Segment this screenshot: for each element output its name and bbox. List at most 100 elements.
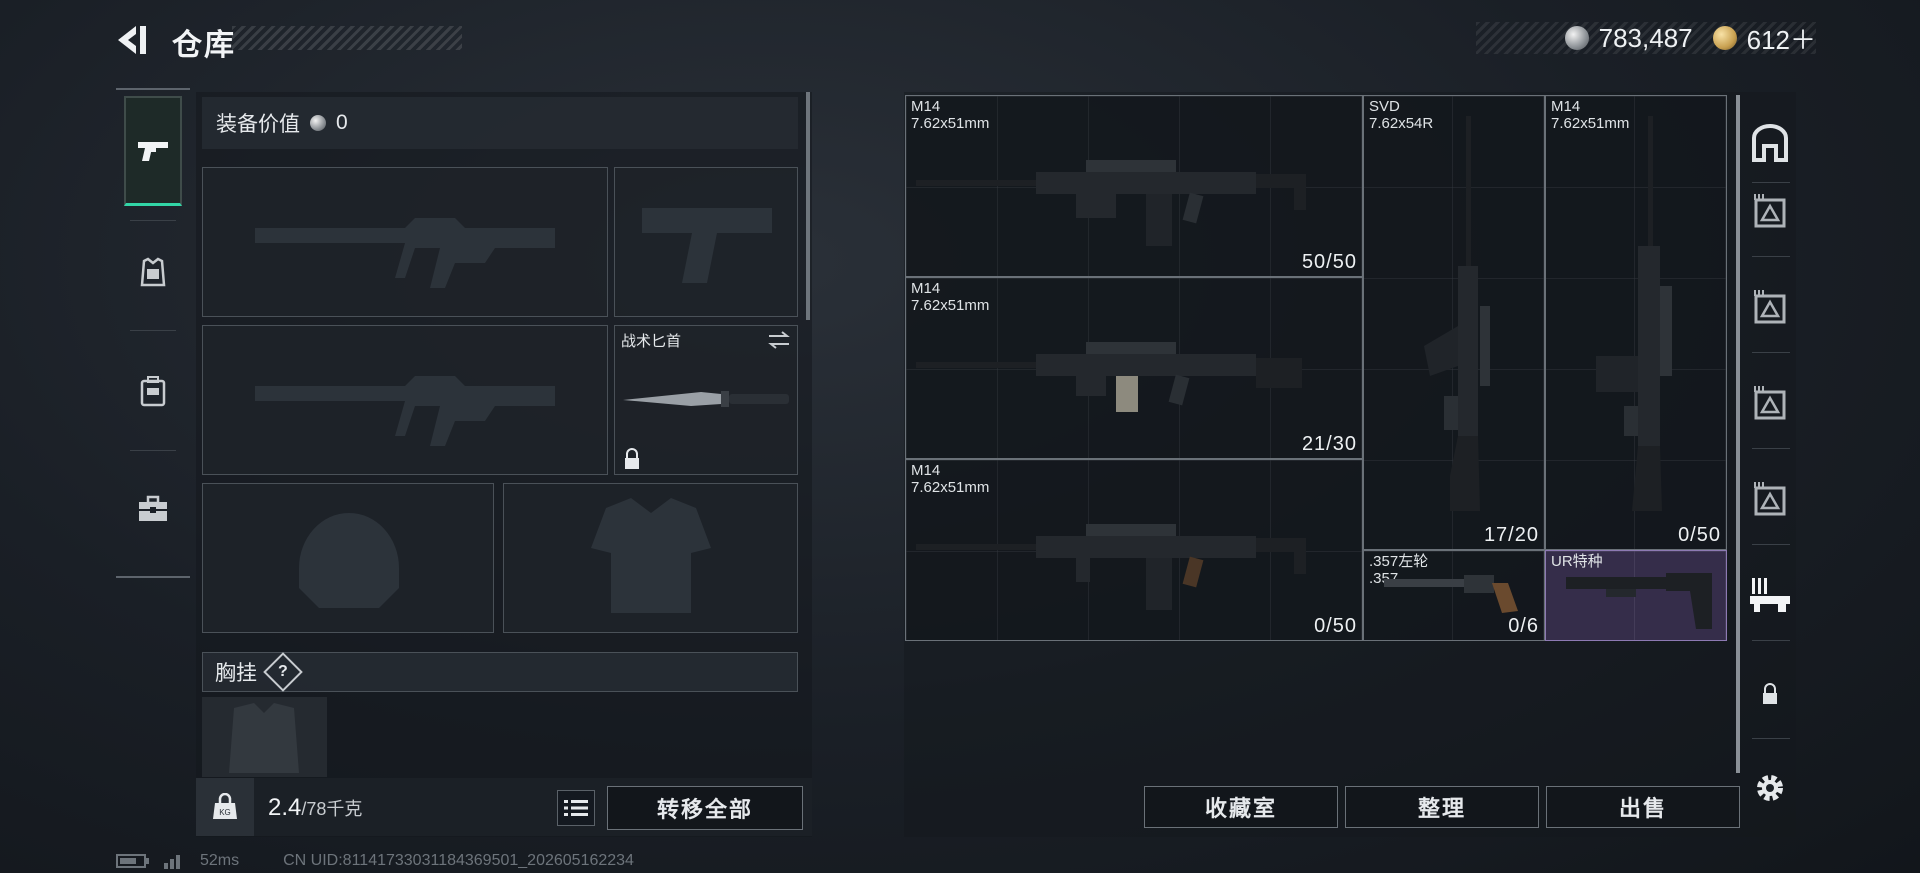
collection-room-button[interactable]: 收藏室 — [1144, 786, 1338, 828]
item-name: M14 — [911, 98, 941, 115]
chest-rig-header: 胸挂 ? — [202, 652, 798, 692]
status-bar: 52ms CN UID:81141733031184369501_2026051… — [116, 852, 634, 870]
chest-rig-label: 胸挂 — [215, 662, 257, 685]
chest-rig-slot[interactable] — [202, 697, 327, 777]
help-icon[interactable]: ? — [263, 652, 303, 692]
category-tier-3c[interactable] — [1746, 372, 1794, 432]
user-uid: CN UID:81141733031184369501_202605162234 — [283, 852, 634, 869]
ping-value: 52ms — [200, 852, 240, 869]
tab-weapons[interactable] — [124, 96, 182, 206]
ammo-count: 21/30 — [1301, 433, 1357, 455]
item-caliber: 7.62x51mm — [911, 297, 990, 314]
category-all[interactable] — [1746, 114, 1794, 174]
tier-crate-icon — [1754, 194, 1786, 228]
inventory-item[interactable]: M14 7.62x51mm 0/50 — [905, 459, 1363, 641]
knife-icon — [623, 391, 789, 407]
back-button[interactable] — [114, 22, 150, 58]
page-title: 仓库 — [172, 29, 236, 62]
ammo-count: 0/50 — [1314, 615, 1357, 637]
silver-coin-icon — [1564, 26, 1589, 50]
weight-icon-box: KG — [196, 778, 254, 836]
inventory-item[interactable]: M14 7.62x51mm 0/50 — [1545, 95, 1727, 550]
inventory-item-attachment[interactable]: UR特种 — [1545, 550, 1727, 641]
rifle-icon — [916, 160, 1306, 246]
ammo-count: 0/6 — [1508, 615, 1539, 637]
inventory-item[interactable]: M14 7.62x51mm 21/30 — [905, 277, 1363, 459]
weight-current: 2.4 — [268, 794, 302, 821]
knife-label: 战术匕首 — [621, 333, 682, 350]
rifle-silhouette-icon — [255, 376, 555, 446]
tab-armor[interactable] — [124, 218, 182, 328]
currency-bar: 783,487 612＋ — [1476, 20, 1816, 57]
primary-weapon-slot-2[interactable] — [202, 325, 608, 475]
item-name: M14 — [1551, 98, 1581, 115]
lock-icon — [1763, 683, 1777, 704]
list-icon — [564, 800, 588, 816]
settings-button[interactable] — [1746, 758, 1794, 818]
tier-crate-icon — [1754, 482, 1786, 516]
item-name: UR特种 — [1551, 553, 1603, 570]
back-arrow-icon — [118, 26, 146, 54]
gold-currency-value[interactable]: 612＋ — [1747, 20, 1816, 57]
inventory-item[interactable]: SVD 7.62x54R 17/20 — [1363, 95, 1545, 550]
helmet-silhouette-icon — [299, 513, 399, 608]
silver-coin-icon — [310, 115, 326, 131]
lock-icon — [625, 448, 639, 469]
equipment-value: 0 — [336, 111, 348, 134]
revolver-icon — [1384, 575, 1518, 613]
inventory-item[interactable]: M14 7.62x51mm 50/50 — [905, 95, 1363, 277]
item-caliber: 7.62x51mm — [911, 115, 990, 132]
rifle-vertical-icon — [1596, 116, 1672, 511]
rifle-stock-icon — [1566, 573, 1712, 629]
item-name: M14 — [911, 280, 941, 297]
body-armor-slot[interactable] — [503, 483, 798, 633]
helmet-slot[interactable] — [202, 483, 494, 633]
armor-icon — [140, 257, 166, 287]
svg-text:KG: KG — [219, 808, 231, 817]
left-tab-rail — [116, 88, 190, 578]
equipment-value-bar: 装备价值 0 — [202, 97, 798, 149]
vault-icon — [1752, 124, 1788, 162]
weight-max: /78千克 — [301, 799, 363, 819]
item-name: SVD — [1369, 98, 1400, 115]
tab-backpack[interactable] — [124, 336, 182, 446]
kettlebell-icon: KG — [213, 793, 237, 819]
gold-coin-icon — [1712, 26, 1737, 50]
pistol-icon — [138, 141, 168, 161]
swap-icon[interactable] — [767, 330, 791, 350]
rifle-icon — [916, 524, 1306, 610]
battery-icon — [116, 854, 149, 868]
weapon-rack-icon — [1750, 578, 1790, 612]
weight-readout: 2.4/78千克 — [268, 794, 362, 822]
category-tier-3b[interactable] — [1746, 276, 1794, 336]
category-tier-3[interactable] — [1746, 180, 1794, 240]
category-tier-3d[interactable] — [1746, 468, 1794, 528]
equipment-scrollbar[interactable] — [806, 92, 810, 320]
inventory-item[interactable]: .357左轮 .357 0/6 — [1363, 550, 1545, 641]
tier-crate-icon — [1754, 386, 1786, 420]
category-weapons[interactable] — [1746, 564, 1794, 624]
backpack-icon — [140, 376, 166, 407]
chest-rig-silhouette-icon — [229, 703, 299, 773]
list-view-button[interactable] — [557, 790, 595, 826]
inventory-scrollbar[interactable] — [1736, 95, 1740, 773]
secondary-weapon-slot[interactable] — [614, 167, 798, 317]
tier-crate-icon — [1754, 290, 1786, 324]
primary-weapon-slot-1[interactable] — [202, 167, 608, 317]
toolbox-icon — [139, 495, 167, 521]
transfer-all-button[interactable]: 转移全部 — [607, 786, 803, 830]
organize-button[interactable]: 整理 — [1345, 786, 1539, 828]
gear-icon — [1757, 775, 1783, 801]
ammo-count: 17/20 — [1483, 524, 1539, 546]
sniper-rifle-icon — [1424, 116, 1490, 511]
title-decoration — [232, 26, 462, 50]
rifle-icon — [916, 342, 1302, 412]
item-name: M14 — [911, 462, 941, 479]
rifle-silhouette-icon — [255, 218, 555, 288]
knife-slot[interactable]: 战术匕首 — [614, 325, 798, 475]
category-locked[interactable] — [1746, 664, 1794, 724]
item-caliber: 7.62x51mm — [911, 479, 990, 496]
ammo-count: 50/50 — [1301, 251, 1357, 273]
sell-button[interactable]: 出售 — [1546, 786, 1740, 828]
tab-toolbox[interactable] — [124, 454, 182, 564]
